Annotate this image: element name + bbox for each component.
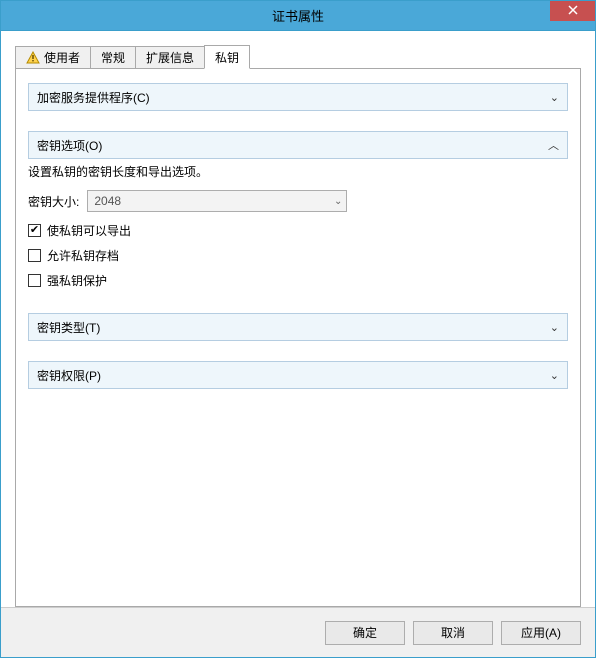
tab-general[interactable]: 常规 <box>90 46 136 68</box>
tab-general-label: 常规 <box>101 49 125 66</box>
apply-button-label: 应用(A) <box>521 624 561 641</box>
ok-button[interactable]: 确定 <box>325 621 405 645</box>
checkbox-archive[interactable]: 允许私钥存档 <box>28 247 568 264</box>
key-size-value: 2048 <box>94 194 121 208</box>
key-size-row: 密钥大小: 2048 ⌄ <box>28 190 568 212</box>
tab-user-label: 使用者 <box>44 49 80 66</box>
checkbox-box: ✔ <box>28 224 41 237</box>
key-size-combobox[interactable]: 2048 ⌄ <box>87 190 347 212</box>
titlebar: 证书属性 <box>1 1 595 31</box>
tab-private-key[interactable]: 私钥 <box>204 45 250 69</box>
tab-body: 加密服务提供程序(C) ⌄ 密钥选项(O) ︿ 设置私钥的密钥长度和导出选项。 … <box>15 69 581 607</box>
section-key-options[interactable]: 密钥选项(O) ︿ <box>28 131 568 159</box>
checkbox-exportable-label: 使私钥可以导出 <box>47 222 131 239</box>
tab-extensions[interactable]: 扩展信息 <box>135 46 205 68</box>
cancel-button[interactable]: 取消 <box>413 621 493 645</box>
apply-button[interactable]: 应用(A) <box>501 621 581 645</box>
close-icon <box>568 4 578 18</box>
checkbox-exportable[interactable]: ✔ 使私钥可以导出 <box>28 222 568 239</box>
checkbox-strong-protection[interactable]: 强私钥保护 <box>28 272 568 289</box>
chevron-up-icon: ︿ <box>548 137 559 153</box>
cancel-button-label: 取消 <box>441 624 465 641</box>
section-key-permissions[interactable]: 密钥权限(P) ⌄ <box>28 361 568 389</box>
section-csp[interactable]: 加密服务提供程序(C) ⌄ <box>28 83 568 111</box>
chevron-down-icon: ⌄ <box>550 91 559 104</box>
close-button[interactable] <box>550 1 595 21</box>
chevron-down-icon: ⌄ <box>334 196 342 207</box>
tab-user[interactable]: 使用者 <box>15 46 91 68</box>
tab-strip: 使用者 常规 扩展信息 私钥 <box>15 45 581 69</box>
tab-private-key-label: 私钥 <box>215 49 239 66</box>
ok-button-label: 确定 <box>353 624 377 641</box>
chevron-down-icon: ⌄ <box>550 321 559 334</box>
tab-extensions-label: 扩展信息 <box>146 49 194 66</box>
warning-icon <box>26 51 40 65</box>
content-area: 使用者 常规 扩展信息 私钥 加密服务提供程序(C) ⌄ 密钥选项(O) ︿ 设 <box>1 31 595 607</box>
checkbox-strong-label: 强私钥保护 <box>47 272 107 289</box>
chevron-down-icon: ⌄ <box>550 369 559 382</box>
section-key-type-title: 密钥类型(T) <box>37 319 100 336</box>
key-size-label: 密钥大小: <box>28 193 79 210</box>
dialog-window: 证书属性 使用者 常规 扩展信息 <box>0 0 596 658</box>
checkbox-archive-label: 允许私钥存档 <box>47 247 119 264</box>
section-key-type[interactable]: 密钥类型(T) ⌄ <box>28 313 568 341</box>
checkbox-box <box>28 274 41 287</box>
window-title: 证书属性 <box>272 6 324 25</box>
check-icon: ✔ <box>30 225 39 236</box>
section-key-options-title: 密钥选项(O) <box>37 137 102 154</box>
dialog-footer: 确定 取消 应用(A) <box>1 607 595 657</box>
key-options-description: 设置私钥的密钥长度和导出选项。 <box>28 163 568 180</box>
section-key-permissions-title: 密钥权限(P) <box>37 367 101 384</box>
section-csp-title: 加密服务提供程序(C) <box>37 89 150 106</box>
checkbox-box <box>28 249 41 262</box>
